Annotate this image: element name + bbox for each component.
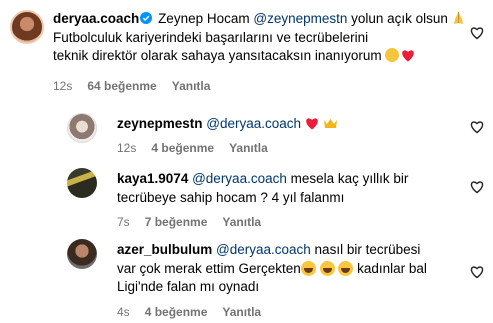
comment-body: azer_bulbulum @deryaa.coach nasıl bir te… xyxy=(117,241,457,297)
reply-button[interactable]: Yanıtla xyxy=(172,79,211,93)
timestamp: 7s xyxy=(117,215,130,229)
mention-link[interactable]: @deryaa.coach xyxy=(192,171,287,186)
comment-body: zeynepmestn @deryaa.coach xyxy=(117,115,477,134)
username[interactable]: kaya1.9074 xyxy=(117,171,188,186)
like-heart-outline-icon[interactable] xyxy=(470,26,484,40)
comment-meta: 12s 4 beğenme Yanıtla xyxy=(117,141,283,155)
comment-text: kadınlar bal xyxy=(353,260,427,276)
comment-text: Ligi'nde falan mı oynadı xyxy=(117,279,260,294)
comment-text: Futbolculuk kariyerindeki başarılarını v… xyxy=(53,29,369,45)
like-heart-outline-icon[interactable] xyxy=(470,120,484,134)
timestamp: 12s xyxy=(53,79,73,93)
timestamp: 12s xyxy=(117,141,137,155)
ok-hand-icon xyxy=(385,48,400,62)
comment-item: deryaa.coach Zeynep Hocam @zeynepmestn y… xyxy=(0,0,493,110)
reply-item: kaya1.9074 @deryaa.coach mesela kaç yıll… xyxy=(0,165,493,235)
like-heart-outline-icon[interactable] xyxy=(470,265,484,279)
likes-count[interactable]: 4 beğenme xyxy=(151,141,214,155)
timestamp: 4s xyxy=(117,305,130,319)
like-heart-outline-icon[interactable] xyxy=(470,180,484,194)
comment-text: nasıl bir tecrübesi xyxy=(310,242,421,257)
verified-badge-icon xyxy=(140,12,153,24)
likes-count[interactable]: 7 beğenme xyxy=(145,215,208,229)
red-heart-icon xyxy=(306,118,318,130)
username[interactable]: zeynepmestn xyxy=(117,116,203,131)
folded-hands-icon xyxy=(453,12,463,24)
comment-body: deryaa.coach Zeynep Hocam @zeynepmestn y… xyxy=(53,10,478,66)
red-heart-icon xyxy=(402,50,415,62)
laughing-face-icon xyxy=(319,260,335,276)
comment-meta: 7s 7 beğenme Yanıtla xyxy=(117,215,276,229)
mention-link[interactable]: @deryaa.coach xyxy=(206,116,301,131)
comment-text: yolun açık olsun xyxy=(347,11,452,26)
avatar[interactable] xyxy=(67,239,97,269)
mention-link[interactable]: @deryaa.coach xyxy=(216,242,311,257)
reply-item: azer_bulbulum @deryaa.coach nasıl bir te… xyxy=(0,235,493,323)
likes-count[interactable]: 64 beğenme xyxy=(87,79,156,93)
reply-button[interactable]: Yanıtla xyxy=(229,141,268,155)
comment-meta: 12s 64 beğenme Yanıtla xyxy=(53,79,225,93)
comment-meta: 4s 4 beğenme Yanıtla xyxy=(117,305,276,319)
username[interactable]: azer_bulbulum xyxy=(117,242,212,257)
avatar[interactable] xyxy=(67,113,97,143)
reply-item: zeynepmestn @deryaa.coach 12s 4 beğenme Ya… xyxy=(0,110,493,165)
comment-text: tecrübeye sahip hocam ? 4 yıl falanmı xyxy=(117,189,345,205)
likes-count[interactable]: 4 beğenme xyxy=(145,305,208,319)
comment-text: Zeynep Hocam xyxy=(154,11,254,26)
laughing-face-icon xyxy=(300,260,316,276)
laughing-face-icon xyxy=(338,260,354,276)
mention-link[interactable]: @zeynepmestn xyxy=(253,11,347,26)
comment-text: mesela kaç yıllık bir xyxy=(286,171,409,186)
avatar[interactable] xyxy=(67,168,97,198)
comment-text: var çok merak ettim Gerçekten xyxy=(117,260,301,276)
reply-button[interactable]: Yanıtla xyxy=(222,215,261,229)
username[interactable]: deryaa.coach xyxy=(53,11,139,26)
avatar[interactable] xyxy=(10,10,44,44)
comment-text: teknik direktör olarak sahaya yansıtacak… xyxy=(53,48,386,63)
comment-body: kaya1.9074 @deryaa.coach mesela kaç yıll… xyxy=(117,170,447,207)
crown-icon xyxy=(323,119,337,128)
reply-button[interactable]: Yanıtla xyxy=(222,305,261,319)
comment-thread: deryaa.coach Zeynep Hocam @zeynepmestn y… xyxy=(0,0,493,323)
